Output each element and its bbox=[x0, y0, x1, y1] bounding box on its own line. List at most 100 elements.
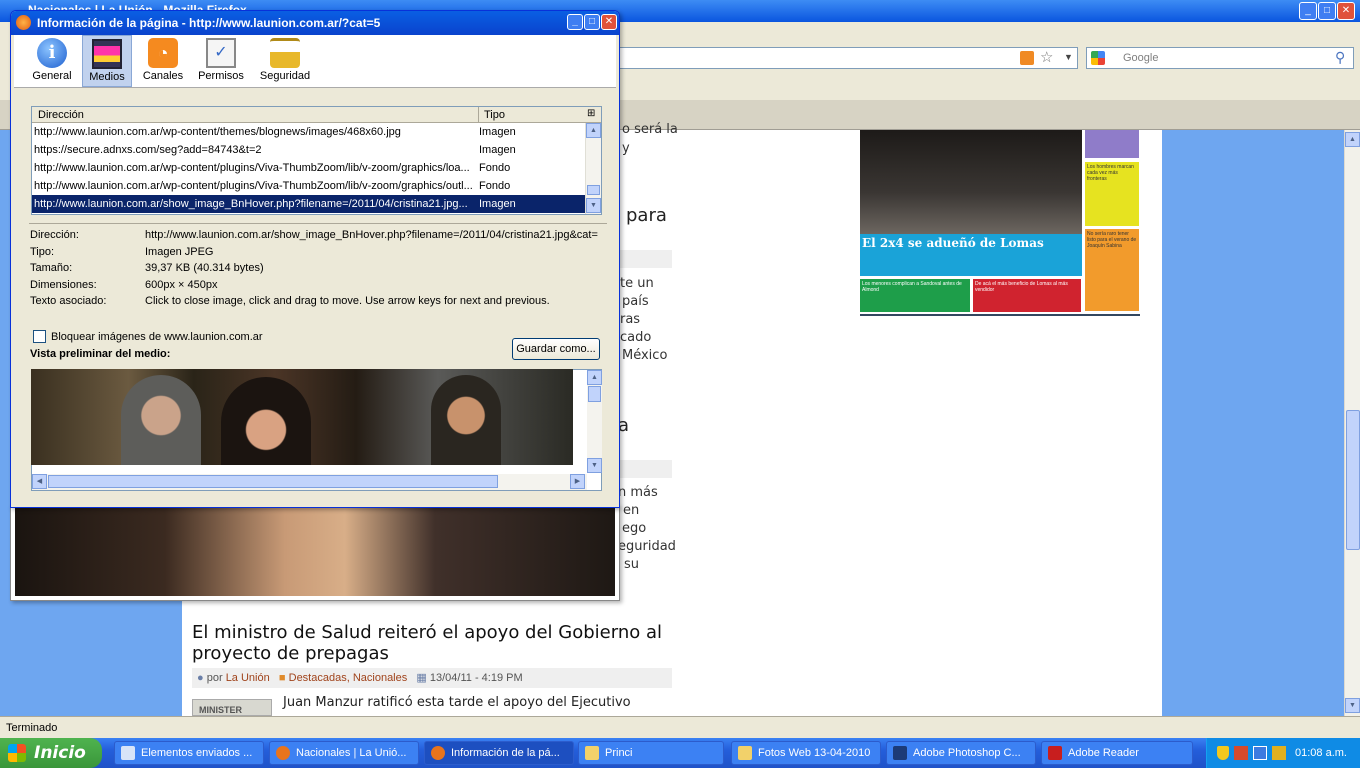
scroll-thumb[interactable] bbox=[1346, 410, 1360, 550]
media-row[interactable]: http://www.launion.com.ar/wp-content/plu… bbox=[32, 177, 601, 195]
scroll-thumb[interactable] bbox=[48, 475, 498, 488]
taskbar-item[interactable]: Princi bbox=[578, 741, 724, 765]
network-icon[interactable] bbox=[1253, 746, 1267, 760]
dialog-close-button[interactable]: ✕ bbox=[601, 14, 617, 30]
scroll-left-arrow[interactable]: ◀ bbox=[32, 474, 47, 489]
media-row-address: http://www.launion.com.ar/show_image_BnH… bbox=[34, 198, 468, 210]
minimize-button[interactable]: _ bbox=[1299, 2, 1317, 20]
close-button[interactable]: ✕ bbox=[1337, 2, 1355, 20]
preview-vscrollbar[interactable]: ▲ ▼ bbox=[587, 370, 602, 473]
tab-feeds[interactable]: ◔ Canales bbox=[140, 35, 186, 87]
preview-face bbox=[431, 375, 501, 465]
tab-general[interactable]: i General bbox=[30, 35, 74, 87]
scroll-down-arrow[interactable]: ▼ bbox=[1345, 698, 1360, 713]
tab-permissions[interactable]: ✓ Permisos bbox=[196, 35, 246, 87]
tools-icon[interactable] bbox=[1272, 746, 1286, 760]
scroll-down-arrow[interactable]: ▼ bbox=[587, 458, 602, 473]
media-list-header: Dirección Tipo ⊞ bbox=[32, 107, 601, 123]
media-row[interactable]: https://secure.adnxs.com/seg?add=84743&t… bbox=[32, 141, 601, 159]
chevron-down-icon[interactable]: ▼ bbox=[1064, 52, 1073, 62]
firefox-icon bbox=[276, 746, 290, 760]
preview-hscrollbar[interactable]: ◀ ▶ bbox=[32, 474, 587, 490]
article-title-fragment[interactable]: para bbox=[626, 205, 667, 226]
tab-security[interactable]: Seguridad bbox=[258, 35, 312, 87]
dialog-maximize-button[interactable]: □ bbox=[584, 14, 600, 30]
scroll-thumb[interactable] bbox=[587, 185, 600, 195]
detail-value: Click to close image, click and drag to … bbox=[145, 295, 550, 307]
taskbar-item[interactable]: Elementos enviados ... bbox=[114, 741, 264, 765]
media-row-type: Fondo bbox=[479, 162, 511, 174]
save-as-button[interactable]: Guardar como... bbox=[512, 338, 600, 360]
taskbar-item-active[interactable]: Información de la pá... bbox=[424, 741, 574, 765]
tab-media[interactable]: Medios bbox=[82, 35, 132, 87]
tray-app-icon[interactable] bbox=[1234, 746, 1248, 760]
dialog-minimize-button[interactable]: _ bbox=[567, 14, 583, 30]
detail-value: Imagen JPEG bbox=[145, 246, 214, 258]
taskbar-item[interactable]: Fotos Web 13-04-2010 bbox=[731, 741, 881, 765]
article-lead: Juan Manzur ratificó esta tarde el apoyo… bbox=[283, 695, 631, 710]
detail-value: 600px × 450px bbox=[145, 279, 218, 291]
media-icon bbox=[92, 39, 122, 69]
tab-label: Permisos bbox=[198, 70, 244, 82]
column-divider[interactable] bbox=[478, 107, 479, 123]
star-icon[interactable]: ☆ bbox=[1040, 48, 1053, 66]
taskbar-item-label: Nacionales | La Unió... bbox=[296, 747, 407, 759]
article-fragment: ras bbox=[620, 312, 641, 327]
media-list-scrollbar[interactable]: ▲ ▼ bbox=[585, 123, 601, 214]
media-list[interactable]: Dirección Tipo ⊞ http://www.launion.com.… bbox=[31, 106, 602, 215]
dialog-title-bar[interactable]: Información de la página - http://www.la… bbox=[11, 11, 619, 35]
zoomed-photo[interactable] bbox=[15, 505, 615, 596]
article-thumbnail[interactable]: MINISTER bbox=[192, 699, 272, 716]
scroll-up-arrow[interactable]: ▲ bbox=[586, 123, 601, 138]
cover-box: No sería raro tener listo para el verano… bbox=[1085, 229, 1139, 311]
dialog-title: Información de la página - http://www.la… bbox=[37, 16, 381, 30]
rss-icon[interactable] bbox=[1020, 51, 1034, 65]
preview-face bbox=[121, 375, 201, 465]
scroll-right-arrow[interactable]: ▶ bbox=[570, 474, 585, 489]
article-fragment: eguridad bbox=[618, 539, 676, 554]
google-icon[interactable] bbox=[1091, 51, 1105, 65]
article-fragment: su bbox=[624, 557, 640, 572]
detail-label: Tamaño: bbox=[30, 262, 73, 274]
media-row[interactable]: http://www.launion.com.ar/wp-content/the… bbox=[32, 123, 601, 141]
taskbar-item[interactable]: Nacionales | La Unió... bbox=[269, 741, 419, 765]
media-row-type: Imagen bbox=[479, 144, 516, 156]
newspaper-cover[interactable]: El 2x4 se adueñó de Lomas Los hombres ma… bbox=[860, 130, 1140, 316]
media-row-address: http://www.launion.com.ar/wp-content/plu… bbox=[34, 162, 470, 174]
column-picker-icon[interactable]: ⊞ bbox=[587, 108, 595, 119]
url-bar[interactable]: ☆ ▼ bbox=[615, 47, 1078, 69]
article-fragment: ego bbox=[622, 521, 647, 536]
article-fragment: n más bbox=[618, 485, 658, 500]
categories-link[interactable]: Destacadas, Nacionales bbox=[289, 672, 408, 684]
preview-label: Vista preliminar del medio: bbox=[30, 348, 171, 360]
column-type[interactable]: Tipo bbox=[484, 109, 505, 121]
tab-label: Medios bbox=[89, 71, 125, 83]
media-row[interactable]: http://www.launion.com.ar/wp-content/plu… bbox=[32, 159, 601, 177]
scroll-thumb[interactable] bbox=[588, 386, 601, 402]
article-headline[interactable]: El ministro de Salud reiteró el apoyo de… bbox=[192, 622, 682, 664]
start-button[interactable]: Inicio bbox=[0, 738, 102, 768]
folder-icon bbox=[738, 746, 752, 760]
taskbar-item[interactable]: Adobe Photoshop C... bbox=[886, 741, 1036, 765]
column-address[interactable]: Dirección bbox=[38, 109, 84, 121]
author-link[interactable]: La Unión bbox=[226, 672, 270, 684]
adobe-reader-icon bbox=[1048, 746, 1062, 760]
detail-alt-text: Texto asociado: Click to close image, cli… bbox=[30, 295, 550, 307]
scroll-up-arrow[interactable]: ▲ bbox=[587, 370, 602, 385]
scroll-down-arrow[interactable]: ▼ bbox=[586, 198, 601, 213]
media-row-address: https://secure.adnxs.com/seg?add=84743&t… bbox=[34, 144, 262, 156]
magnifier-icon[interactable]: ⚲ bbox=[1335, 49, 1345, 66]
system-tray: 01:08 a.m. bbox=[1206, 738, 1360, 768]
taskbar-item[interactable]: Adobe Reader bbox=[1041, 741, 1193, 765]
media-row-selected[interactable]: http://www.launion.com.ar/show_image_BnH… bbox=[32, 195, 585, 213]
page-scrollbar[interactable]: ▲ ▼ bbox=[1344, 130, 1360, 716]
article-date: 13/04/11 - 4:19 PM bbox=[429, 672, 523, 684]
scroll-up-arrow[interactable]: ▲ bbox=[1345, 132, 1360, 147]
search-input[interactable]: Google ⚲ bbox=[1086, 47, 1354, 69]
taskbar-item-label: Adobe Photoshop C... bbox=[913, 747, 1021, 759]
block-images-checkbox[interactable] bbox=[33, 330, 46, 343]
photoshop-icon bbox=[893, 746, 907, 760]
block-images-label[interactable]: Bloquear imágenes de www.launion.com.ar bbox=[51, 331, 263, 343]
shield-icon[interactable] bbox=[1217, 746, 1229, 760]
maximize-button[interactable]: □ bbox=[1318, 2, 1336, 20]
